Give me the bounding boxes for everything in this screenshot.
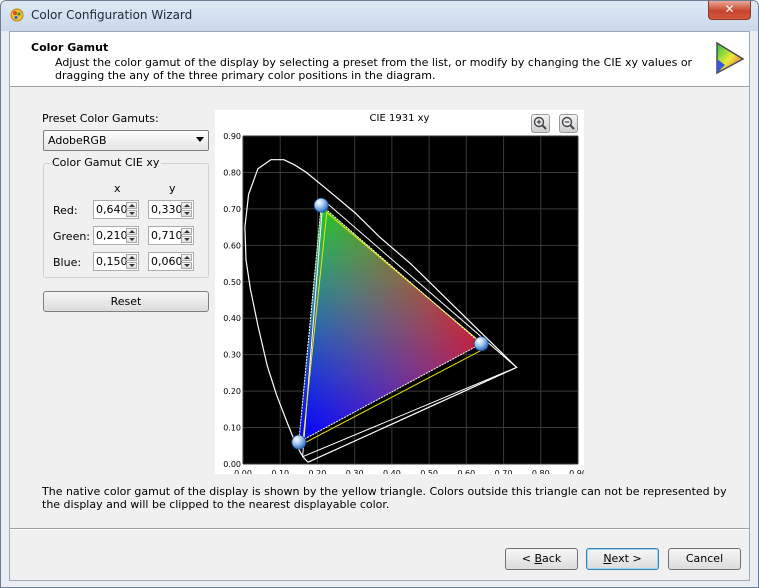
x-tick-label: 0.20 (309, 469, 327, 474)
spin-up-icon[interactable] (126, 254, 137, 261)
back-prefix: < (521, 552, 535, 565)
window-title: Color Configuration Wizard (31, 8, 193, 22)
x-tick-label: 0.30 (346, 469, 364, 474)
red-x-value: 0,640 (96, 203, 128, 216)
spin-down-icon[interactable] (181, 262, 192, 269)
primary-handle-green (313, 197, 329, 213)
page-description: Adjust the color gamut of the display by… (55, 56, 693, 82)
cancel-button[interactable]: Cancel (668, 548, 741, 570)
spin-up-icon[interactable] (181, 202, 192, 209)
blue-x-value: 0,150 (96, 255, 128, 268)
native-gamut (302, 211, 488, 445)
zoom-out-button[interactable] (559, 114, 578, 133)
next-button[interactable]: Next > (586, 548, 659, 570)
spin-down-icon[interactable] (126, 210, 137, 217)
chart-title: CIE 1931 xy (369, 113, 430, 124)
spin-up-icon[interactable] (126, 228, 137, 235)
preset-value: AdobeRGB (48, 134, 107, 147)
green-y-stepper[interactable]: 0,710 (148, 226, 194, 245)
back-button[interactable]: < Back (505, 548, 578, 570)
footer-note: The native color gamut of the display is… (42, 485, 727, 511)
zoom-out-icon (561, 116, 575, 130)
column-y-header: y (169, 182, 176, 195)
close-button[interactable]: ✕ (708, 1, 751, 20)
blue-y-stepper[interactable]: 0,060 (148, 252, 194, 271)
zoom-in-icon (533, 116, 547, 130)
gamut-fill-green (298, 205, 482, 443)
preset-dropdown[interactable]: AdobeRGB (43, 130, 209, 151)
blue-x-stepper[interactable]: 0,150 (93, 252, 139, 271)
y-tick-label: 0.60 (223, 241, 241, 250)
gamut-fill-blue-overlay (298, 205, 482, 443)
red-y-value: 0,330 (151, 203, 183, 216)
spin-down-icon[interactable] (126, 262, 137, 269)
spin-down-icon[interactable] (181, 236, 192, 243)
zoom-in-button[interactable] (531, 114, 550, 133)
preset-label: Preset Color Gamuts: (42, 112, 159, 125)
cie-diagram-panel: CIE 1931 xy 0.00 0.00 0.10 0.10 0.20 0.20 0.30… (215, 110, 584, 474)
spin-down-icon[interactable] (181, 210, 192, 217)
spectral-locus (244, 159, 518, 463)
plot-area (243, 136, 578, 464)
primary-handle-blue (291, 434, 307, 450)
color-gamut-icon (716, 41, 745, 75)
y-tick-label: 0.20 (223, 387, 241, 396)
page-header: Color Gamut Adjust the color gamut of th… (10, 32, 749, 87)
x-tick-label: 0.00 (234, 469, 252, 474)
red-y-stepper[interactable]: 0,330 (148, 200, 194, 219)
spin-down-icon[interactable] (126, 236, 137, 243)
x-tick-label: 0.90 (569, 469, 584, 474)
back-mnemonic: B (534, 552, 543, 565)
y-tick-label: 0.70 (223, 205, 241, 214)
x-tick-label: 0.70 (495, 469, 513, 474)
x-tick-label: 0.50 (420, 469, 438, 474)
page-title: Color Gamut (31, 41, 109, 54)
outer-gamut (302, 198, 518, 458)
spin-up-icon[interactable] (126, 202, 137, 209)
blue-label: Blue: (53, 256, 82, 269)
column-x-header: x (114, 182, 121, 195)
cie-diagram: 0.000.00 0.10 0.10 0.20 0.20 0.30 0.30 0.40 0.40… (223, 132, 584, 474)
spin-up-icon[interactable] (181, 228, 192, 235)
gamut-group-title: Color Gamut CIE xy (50, 156, 162, 169)
gamut-fill-red (298, 205, 482, 443)
y-tick-label: 0.30 (223, 351, 241, 360)
green-y-value: 0,710 (151, 229, 183, 242)
color-wheel-icon (10, 8, 24, 22)
red-label: Red: (53, 204, 78, 217)
close-icon: ✕ (724, 2, 735, 16)
next-mnemonic: N (603, 552, 612, 565)
chevron-down-icon (196, 137, 204, 142)
reset-button[interactable]: Reset (43, 291, 209, 312)
selected-gamut-outline (298, 204, 483, 443)
wizard-page: Color Gamut Adjust the color gamut of th… (9, 31, 750, 581)
x-tick-label: 0.10 (271, 469, 289, 474)
x-tick-label: 0.80 (532, 469, 550, 474)
gamut-fill-blue (298, 205, 482, 443)
title-bar[interactable]: Color Configuration Wizard ✕ (1, 1, 758, 31)
y-tick-label: 0.00 (223, 460, 241, 469)
wizard-window: Color Configuration Wizard ✕ Color Gamut… (0, 0, 759, 588)
green-x-stepper[interactable]: 0,210 (93, 226, 139, 245)
x-tick-label: 0.40 (383, 469, 401, 474)
blue-y-value: 0,060 (151, 255, 183, 268)
red-x-stepper[interactable]: 0,640 (93, 200, 139, 219)
x-tick-label: 0.60 (457, 469, 475, 474)
green-x-value: 0,210 (96, 229, 128, 242)
next-label: ext > (611, 552, 642, 565)
separator (10, 528, 749, 530)
y-tick-label: 0.40 (223, 314, 241, 323)
gamut-fill-base (298, 205, 482, 443)
primary-handle-red (473, 336, 489, 352)
green-label: Green: (53, 230, 91, 243)
y-tick-label: 0.80 (223, 168, 241, 177)
spin-up-icon[interactable] (181, 254, 192, 261)
y-tick-label: 0.10 (223, 424, 241, 433)
back-label: ack (542, 552, 562, 565)
y-tick-label: 0.90 (223, 132, 241, 141)
y-tick-label: 0.50 (223, 278, 241, 287)
